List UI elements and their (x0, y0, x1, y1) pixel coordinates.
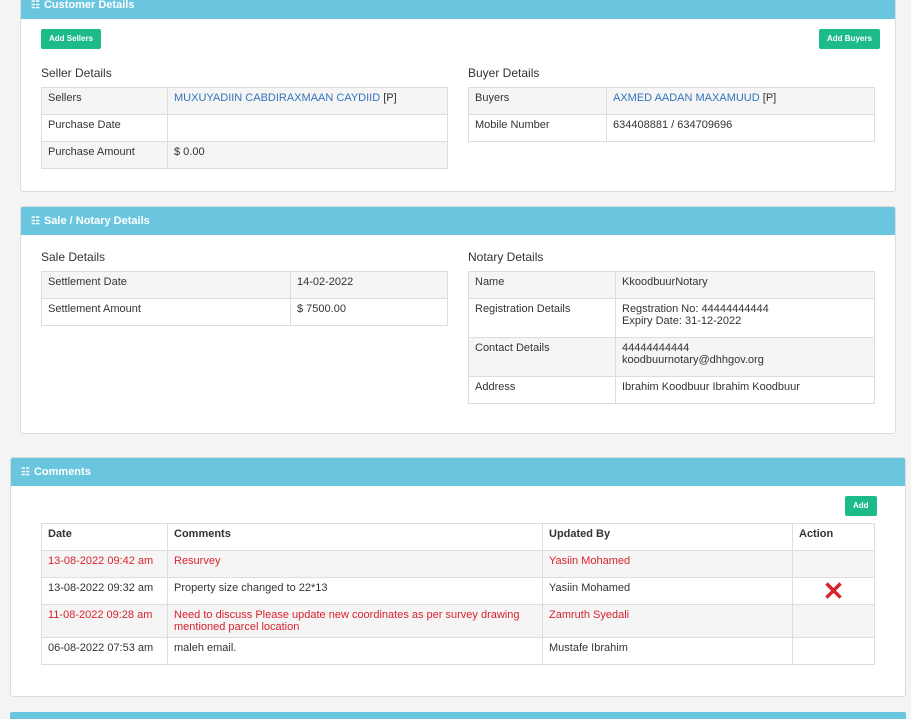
comment-updated-by: Yasiin Mohamed (542, 550, 793, 578)
buyer-link[interactable]: AXMED AADAN MAXAMUUD (613, 92, 760, 104)
comment-text: Resurvey (167, 550, 543, 578)
col-updated-by: Updated By (542, 523, 793, 551)
notary-details-table: Name KkoodbuurNotary Registration Detail… (468, 271, 875, 404)
mobile-value: 634408881 / 634709696 (606, 114, 875, 142)
table-header-row: Date Comments Updated By Action (41, 523, 875, 551)
add-buyers-button[interactable]: Add Buyers (819, 29, 880, 49)
comment-text: Property size changed to 22*13 (167, 577, 543, 605)
table-row: Name KkoodbuurNotary (468, 271, 875, 299)
table-row: Settlement Date 14-02-2022 (41, 271, 448, 299)
comment-text: Need to discuss Please update new coordi… (167, 604, 543, 638)
comment-action (792, 604, 875, 638)
sellers-label: Sellers (41, 87, 168, 115)
comment-line-1: Need to discuss Please update new coordi… (174, 609, 520, 621)
table-row: Mobile Number 634408881 / 634709696 (468, 114, 875, 142)
notary-name-label: Name (468, 271, 616, 299)
registration-no: Regstration No: 44444444444 (622, 303, 769, 315)
col-comments: Comments (167, 523, 543, 551)
address-label: Address (468, 376, 616, 404)
add-comment-button[interactable]: Add (845, 496, 877, 516)
comments-title: Comments (33, 466, 91, 478)
comment-date: 06-08-2022 07:53 am (41, 637, 168, 665)
comments-header: ☷ Comments (11, 458, 905, 486)
comment-date: 13-08-2022 09:42 am (41, 550, 168, 578)
buyers-value: AXMED AADAN MAXAMUUD [P] (606, 87, 875, 115)
customer-details-title: Customer Details (43, 0, 135, 11)
comments-table: Date Comments Updated By Action 13-08-20… (41, 523, 875, 665)
comment-line-2: mentioned parcel location (174, 621, 300, 633)
comment-text: maleh email. (167, 637, 543, 665)
table-row: 13-08-2022 09:42 am Resurvey Yasiin Moha… (41, 550, 875, 578)
purchase-amount-value: $ 0.00 (167, 141, 448, 169)
table-row: 11-08-2022 09:28 am Need to discuss Plea… (41, 604, 875, 638)
add-sellers-button[interactable]: Add Sellers (41, 29, 102, 49)
list-icon: ☷ (21, 467, 30, 478)
table-row: Settlement Amount $ 7500.00 (41, 298, 448, 326)
list-icon: ☷ (31, 0, 40, 11)
address-value: Ibrahim Koodbuur Ibrahim Koodbuur (615, 376, 875, 404)
seller-link[interactable]: MUXUYADIIN CABDIRAXMAAN CAYDIID (174, 92, 380, 104)
comment-updated-by: Yasiin Mohamed (542, 577, 793, 605)
sale-details-table: Settlement Date 14-02-2022 Settlement Am… (41, 271, 448, 326)
table-row: Registration Details Regstration No: 444… (468, 298, 875, 338)
purchase-date-label: Purchase Date (41, 114, 168, 142)
table-row: Sellers MUXUYADIIN CABDIRAXMAAN CAYDIID … (41, 87, 448, 115)
seller-suffix: [P] (380, 92, 397, 104)
contact-email: koodbuurnotary@dhhgov.org (622, 354, 764, 366)
comment-date: 11-08-2022 09:28 am (41, 604, 168, 638)
comment-updated-by: Mustafe Ibrahim (542, 637, 793, 665)
sellers-value: MUXUYADIIN CABDIRAXMAAN CAYDIID [P] (167, 87, 448, 115)
delete-x-icon[interactable]: ✕ (799, 578, 868, 604)
table-row: Address Ibrahim Koodbuur Ibrahim Koodbuu… (468, 376, 875, 404)
settlement-date-label: Settlement Date (41, 271, 291, 299)
seller-details-table: Sellers MUXUYADIIN CABDIRAXMAAN CAYDIID … (41, 87, 448, 169)
buyer-details-table: Buyers AXMED AADAN MAXAMUUD [P] Mobile N… (468, 87, 875, 142)
settlement-amount-value: $ 7500.00 (290, 298, 448, 326)
table-row: Purchase Date (41, 114, 448, 142)
customer-details-header: ☷ Customer Details (21, 0, 895, 19)
table-row: Contact Details 44444444444 koodbuurnotar… (468, 337, 875, 377)
table-row: Purchase Amount $ 0.00 (41, 141, 448, 169)
sale-notary-title: Sale / Notary Details (43, 215, 150, 227)
table-row: 06-08-2022 07:53 am maleh email. Mustafe… (41, 637, 875, 665)
notary-name-value: KkoodbuurNotary (615, 271, 875, 299)
col-action: Action (792, 523, 875, 551)
comment-date: 13-08-2022 09:32 am (41, 577, 168, 605)
comment-action (792, 550, 875, 578)
table-row: 13-08-2022 09:32 am Property size change… (41, 577, 875, 605)
comment-updated-by: Zamruth Syedali (542, 604, 793, 638)
sale-notary-header: ☷ Sale / Notary Details (21, 207, 895, 235)
contact-value: 44444444444 koodbuurnotary@dhhgov.org (615, 337, 875, 377)
buyer-suffix: [P] (759, 92, 777, 104)
notary-details-title: Notary Details (468, 250, 544, 264)
mobile-label: Mobile Number (468, 114, 607, 142)
contact-phone: 44444444444 (622, 342, 690, 354)
next-panel-header (10, 712, 906, 719)
buyers-label: Buyers (468, 87, 607, 115)
comment-action (792, 637, 875, 665)
buyer-details-title: Buyer Details (468, 66, 540, 80)
settlement-date-value: 14-02-2022 (290, 271, 448, 299)
sale-details-title: Sale Details (41, 250, 106, 264)
seller-details-title: Seller Details (41, 66, 112, 80)
settlement-amount-label: Settlement Amount (41, 298, 291, 326)
purchase-date-value (167, 114, 448, 142)
table-row: Buyers AXMED AADAN MAXAMUUD [P] (468, 87, 875, 115)
expiry-date: Expiry Date: 31-12-2022 (622, 315, 742, 327)
purchase-amount-label: Purchase Amount (41, 141, 168, 169)
list-icon: ☷ (31, 216, 40, 227)
comment-action: ✕ (792, 577, 875, 605)
registration-value: Regstration No: 44444444444 Expiry Date: … (615, 298, 875, 338)
contact-label: Contact Details (468, 337, 616, 377)
registration-label: Registration Details (468, 298, 616, 338)
col-date: Date (41, 523, 168, 551)
